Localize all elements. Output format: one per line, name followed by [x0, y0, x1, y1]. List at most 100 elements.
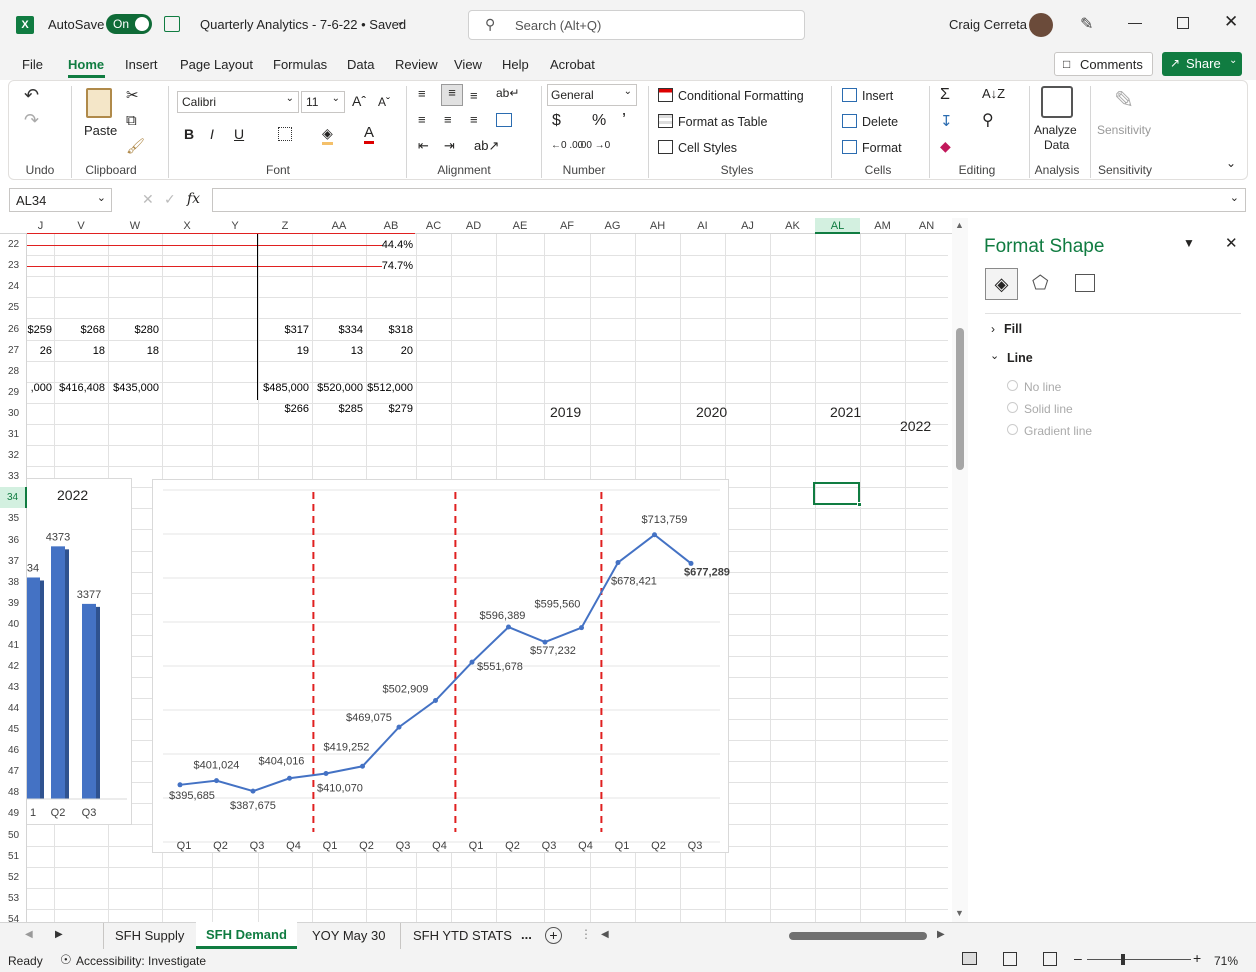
document-title[interactable]: Quarterly Analytics - 7-6-22 • Saved — [200, 17, 406, 32]
row-header-36[interactable]: 36 — [0, 530, 27, 551]
column-header-aj[interactable]: AJ — [725, 218, 770, 234]
data-label[interactable]: $595,560 — [535, 599, 581, 611]
row-header-22[interactable]: 22 — [0, 234, 27, 255]
cell-aa29[interactable]: $520,000 — [312, 378, 363, 398]
row-header-52[interactable]: 52 — [0, 867, 27, 888]
add-sheet-icon[interactable]: + — [545, 927, 562, 944]
data-point[interactable] — [652, 532, 657, 538]
fill-icon[interactable]: ↧ — [940, 112, 953, 130]
solid-line-radio[interactable] — [1007, 402, 1018, 413]
column-header-ac[interactable]: AC — [416, 218, 451, 234]
share-button[interactable]: ↗ Share ⌄ — [1162, 52, 1242, 76]
data-label[interactable]: $678,421 — [611, 576, 657, 588]
sheet-tab-yoy-may-30[interactable]: YOY May 30 — [301, 923, 396, 949]
cell-z26[interactable]: $317 — [258, 320, 309, 340]
maximize-icon[interactable] — [1177, 17, 1189, 29]
row-header-32[interactable]: 32 — [0, 445, 27, 466]
line-chart[interactable]: $395,685 Q1 $401,024 Q2 $387,675 Q3 $404,016 Q4… — [152, 479, 730, 853]
row-header-43[interactable]: 43 — [0, 677, 27, 698]
row-header-53[interactable]: 53 — [0, 888, 27, 909]
data-label[interactable]: $502,909 — [383, 684, 429, 696]
row-header-41[interactable]: 41 — [0, 635, 27, 656]
data-label[interactable]: $469,075 — [346, 712, 392, 724]
gradient-line-radio[interactable] — [1007, 424, 1018, 435]
sort-filter-icon[interactable]: A↓Z — [982, 86, 1005, 101]
bar-q1[interactable] — [27, 577, 40, 799]
paste-icon[interactable] — [86, 88, 112, 118]
row-header-34[interactable]: 34 — [0, 487, 27, 508]
no-line-radio[interactable] — [1007, 380, 1018, 391]
cell-j27[interactable]: 26 — [27, 341, 52, 361]
row-header-51[interactable]: 51 — [0, 846, 27, 867]
tab-view[interactable]: View — [454, 57, 482, 72]
column-header-ab[interactable]: AB — [366, 218, 416, 234]
comments-button[interactable]: □ Comments — [1054, 52, 1153, 76]
insert-function-icon[interactable]: fx — [187, 191, 200, 207]
cell-j29[interactable]: ,000 — [27, 378, 52, 398]
sensitivity-button[interactable]: Sensitivity — [1097, 123, 1151, 137]
percent-icon[interactable]: % — [592, 112, 606, 130]
column-header-v[interactable]: V — [54, 218, 108, 234]
tab-formulas[interactable]: Formulas — [273, 57, 327, 72]
formula-input[interactable]: ⌄ — [212, 188, 1246, 212]
data-label[interactable]: $596,389 — [480, 610, 526, 622]
number-format-select[interactable]: General ⌄ — [547, 84, 637, 106]
scroll-up-icon[interactable]: ▲ — [955, 220, 964, 230]
analyze-data-icon[interactable] — [1041, 86, 1073, 118]
cell-v27[interactable]: 18 — [54, 341, 105, 361]
font-color-icon[interactable]: A — [364, 124, 375, 144]
enter-formula-icon[interactable]: ✓ — [164, 191, 176, 208]
data-point[interactable] — [396, 724, 402, 730]
close-pane-icon[interactable]: ✕ — [1225, 234, 1238, 252]
bar-chart[interactable]: 2022 34 1 4373 Q2 3377 Q3 — [27, 478, 132, 825]
sheet-tab-sfh-demand[interactable]: SFH Demand — [196, 922, 297, 949]
fill-section-header[interactable]: Fill — [1004, 322, 1022, 336]
border-icon[interactable] — [278, 127, 292, 141]
bold-icon[interactable]: B — [184, 126, 194, 142]
name-box[interactable]: AL34 ⌄ — [9, 188, 112, 212]
row-header-30[interactable]: 30 — [0, 403, 27, 424]
cell-ab26[interactable]: $318 — [366, 320, 413, 340]
column-header-am[interactable]: AM — [860, 218, 905, 234]
row-header-49[interactable]: 49 — [0, 803, 27, 824]
accessibility-icon[interactable]: ☉ — [60, 952, 72, 968]
merge-center-icon[interactable] — [496, 113, 512, 127]
tab-review[interactable]: Review — [395, 57, 438, 72]
column-header-ag[interactable]: AG — [590, 218, 635, 234]
user-name[interactable]: Craig Cerreta — [949, 17, 1027, 32]
selected-cell[interactable] — [813, 482, 860, 505]
fill-color-icon[interactable]: ◈ — [322, 125, 333, 145]
comma-icon[interactable]: ’ — [622, 110, 626, 131]
hscroll-right-icon[interactable]: ▶ — [937, 929, 945, 940]
cancel-formula-icon[interactable]: ✕ — [142, 191, 154, 208]
sheet-options-icon[interactable]: ⋮ — [580, 927, 592, 941]
row-header-44[interactable]: 44 — [0, 698, 27, 719]
avatar[interactable] — [1029, 13, 1053, 37]
data-label[interactable]: $387,675 — [230, 800, 276, 812]
tab-page-layout[interactable]: Page Layout — [180, 57, 253, 72]
cell-z29[interactable]: $485,000 — [258, 378, 309, 398]
cell-aa27[interactable]: 13 — [312, 341, 363, 361]
cell-styles-icon[interactable] — [658, 140, 673, 154]
minimize-icon[interactable]: — — [1128, 14, 1142, 30]
effects-icon[interactable]: ⬠ — [1032, 272, 1049, 295]
fill-line-icon[interactable]: ◈ — [985, 268, 1018, 300]
column-header-ak[interactable]: AK — [770, 218, 815, 234]
row-header-38[interactable]: 38 — [0, 572, 27, 593]
cell-aa26[interactable]: $334 — [312, 320, 363, 340]
row-header-31[interactable]: 31 — [0, 424, 27, 445]
cut-icon[interactable]: ✂ — [126, 86, 139, 104]
align-middle-icon[interactable]: ≡ — [441, 84, 463, 106]
page-break-view-icon[interactable] — [1043, 952, 1057, 966]
data-label[interactable]: $410,070 — [317, 783, 363, 795]
cell-styles-button[interactable]: Cell Styles — [678, 141, 737, 155]
chevron-down-icon[interactable]: ▼ — [1183, 236, 1195, 250]
data-point[interactable] — [360, 763, 365, 769]
column-header-aa[interactable]: AA — [312, 218, 366, 234]
cell-w26[interactable]: $280 — [108, 320, 159, 340]
chevron-down-icon[interactable]: ⌄ — [990, 349, 999, 362]
row-header-28[interactable]: 28 — [0, 361, 27, 382]
column-header-j[interactable]: J — [27, 218, 54, 234]
chevron-right-icon[interactable]: › — [991, 322, 995, 336]
data-point[interactable] — [177, 782, 183, 788]
